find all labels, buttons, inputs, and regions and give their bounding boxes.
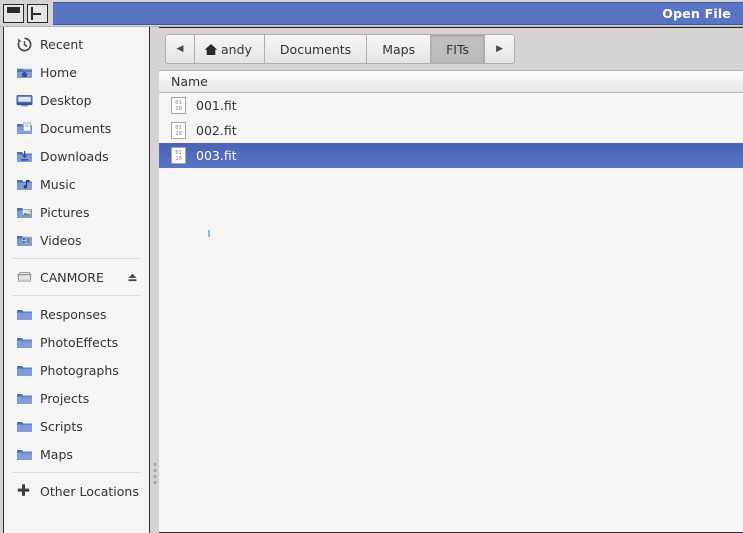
breadcrumb-label: FITs [446, 41, 470, 57]
sidebar-item-label: Music [40, 176, 76, 192]
sidebar-item-label: PhotoEffects [40, 334, 119, 350]
sidebar-item-pictures[interactable]: Pictures [4, 198, 149, 226]
file-list-row[interactable]: 01 10 001.fit [159, 93, 743, 118]
sidebar-places-group: Recent Home Desktop Documents Downloads Music… [4, 27, 149, 254]
open-file-dialog: Open File Recent Home Desktop Documents Down… [0, 0, 743, 533]
chevron-left-icon: ◀ [176, 43, 184, 54]
sidebar-item-label: Photographs [40, 362, 119, 378]
folder-icon [16, 446, 33, 463]
title-strip: Open File [53, 1, 743, 25]
eject-icon[interactable] [126, 271, 139, 284]
sidebar-item-desktop[interactable]: Desktop [4, 86, 149, 114]
splitter-grip-icon[interactable] [153, 463, 156, 484]
sidebar-item-videos[interactable]: Videos [4, 226, 149, 254]
sidebar-item-label: Maps [40, 446, 73, 462]
sidebar-item-recent[interactable]: Recent [4, 30, 149, 58]
sidebar-item-projects[interactable]: Projects [4, 384, 149, 412]
documents-folder-icon [16, 120, 33, 137]
file-browser-pane: ◀ andy Documents Maps FITs ▶ Name 01 10 001.fit… [159, 27, 743, 533]
binary-file-icon: 01 10 [171, 122, 186, 139]
breadcrumb[interactable]: ◀ andy Documents Maps FITs ▶ [165, 34, 516, 64]
breadcrumb-label: Documents [279, 41, 352, 57]
sidebar-item-photoeffects[interactable]: PhotoEffects [4, 328, 149, 356]
home-folder-icon [16, 64, 33, 81]
sidebar-item-photographs[interactable]: Photographs [4, 356, 149, 384]
binary-file-icon: 01 10 [171, 147, 186, 164]
file-list[interactable]: 01 10 001.fit 01 10 002.fit 01 10 003.fit [159, 93, 743, 532]
music-folder-icon [16, 176, 33, 193]
window-title: Open File [662, 5, 731, 21]
file-name: 001.fit [196, 98, 237, 113]
sidebar-divider-1 [12, 258, 141, 259]
breadcrumb-back-button[interactable]: ◀ [165, 34, 195, 64]
column-header-name[interactable]: Name [171, 74, 208, 89]
sidebar-item-label: Responses [40, 306, 107, 322]
sidebar-devices-group: CANMORE [4, 263, 149, 291]
restore-icon[interactable] [3, 3, 24, 23]
sidebar-item-downloads[interactable]: Downloads [4, 142, 149, 170]
sidebar-item-label: Home [40, 64, 77, 80]
file-list-row[interactable]: 01 10 003.fit [159, 143, 743, 168]
breadcrumb-item-maps[interactable]: Maps [367, 34, 432, 64]
folder-icon [16, 418, 33, 435]
recent-clock-icon [16, 36, 33, 53]
sidebar-item-label: Desktop [40, 92, 92, 108]
videos-folder-icon [16, 232, 33, 249]
binary-icon-bottom: 10 [175, 105, 182, 112]
sidebar-item-responses[interactable]: Responses [4, 300, 149, 328]
binary-icon-bottom: 10 [175, 130, 182, 137]
sidebar-item-label: CANMORE [40, 269, 104, 285]
binary-icon-bottom: 10 [175, 155, 182, 162]
breadcrumb-forward-button[interactable]: ▶ [485, 34, 516, 64]
split-icon[interactable] [27, 3, 48, 23]
downloads-folder-icon [16, 148, 33, 165]
sidebar-item-other-locations[interactable]: Other Locations [4, 477, 149, 505]
pictures-folder-icon [16, 204, 33, 221]
sidebar-item-music[interactable]: Music [4, 170, 149, 198]
sidebar-item-label: Other Locations [40, 483, 139, 499]
sidebar-item-label: Documents [40, 120, 112, 136]
pane-splitter[interactable] [150, 27, 159, 533]
path-bar: ◀ andy Documents Maps FITs ▶ [159, 28, 743, 71]
folder-icon [16, 390, 33, 407]
breadcrumb-item-documents[interactable]: Documents [264, 34, 368, 64]
breadcrumb-item-andy[interactable]: andy [195, 34, 265, 64]
sidebar-item-label: Recent [40, 36, 84, 52]
folder-icon [16, 306, 33, 323]
sidebar-item-canmore[interactable]: CANMORE [4, 263, 149, 291]
sidebar-other-group: Other Locations [4, 477, 149, 505]
text-cursor-artifact [208, 230, 210, 237]
file-name: 003.fit [196, 148, 237, 163]
sidebar-divider-3 [12, 472, 141, 473]
file-list-row[interactable]: 01 10 002.fit [159, 118, 743, 143]
sidebar-item-label: Videos [40, 232, 82, 248]
title-bar: Open File [0, 0, 743, 27]
sidebar-item-label: Scripts [40, 418, 83, 434]
sidebar-item-label: Downloads [40, 148, 109, 164]
home-icon [204, 43, 218, 56]
sidebar-item-home[interactable]: Home [4, 58, 149, 86]
file-name: 002.fit [196, 123, 237, 138]
sidebar-item-maps[interactable]: Maps [4, 440, 149, 468]
folder-icon [16, 362, 33, 379]
breadcrumb-item-fits[interactable]: FITs [431, 34, 486, 64]
plus-icon [16, 483, 33, 500]
chevron-right-icon: ▶ [496, 43, 504, 54]
breadcrumb-label: Maps [382, 41, 416, 57]
sidebar-item-documents[interactable]: Documents [4, 114, 149, 142]
sidebar-bookmarks-group: Responses PhotoEffects Photographs Projects… [4, 300, 149, 468]
binary-file-icon: 01 10 [171, 97, 186, 114]
folder-icon [16, 334, 33, 351]
sidebar-item-scripts[interactable]: Scripts [4, 412, 149, 440]
column-header-row: Name [159, 71, 743, 93]
sidebar-item-label: Projects [40, 390, 90, 406]
breadcrumb-label: andy [221, 41, 252, 57]
desktop-monitor-icon [16, 92, 33, 109]
drive-icon [16, 269, 33, 286]
sidebar-divider-2 [12, 295, 141, 296]
places-sidebar[interactable]: Recent Home Desktop Documents Downloads Music… [3, 27, 150, 533]
sidebar-item-label: Pictures [40, 204, 90, 220]
